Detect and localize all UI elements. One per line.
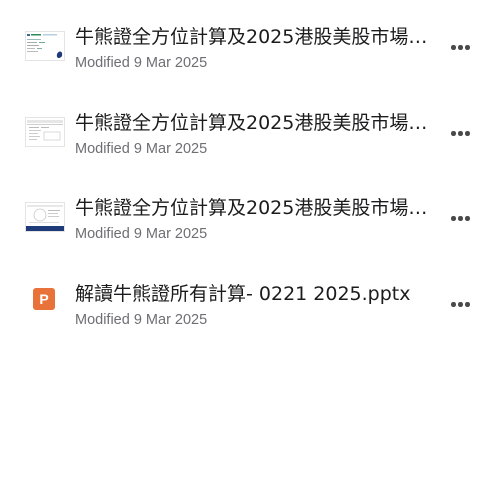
powerpoint-file-icon: P [33,288,55,310]
dot [465,45,470,50]
more-options-button[interactable] [446,35,474,59]
more-options-button[interactable] [446,121,474,145]
dot [451,302,456,307]
file-row[interactable]: 牛熊證全方位計算及2025港股美股市場展望 Modified 9 Mar 202… [0,5,500,85]
dot [451,45,456,50]
file-name[interactable]: 牛熊證全方位計算及2025港股美股市場展望 [75,110,435,136]
dot [458,131,463,136]
file-row[interactable]: 牛熊證全方位計算及2025港股美股市場展望 Modified 9 Mar 202… [0,176,500,256]
dot [451,216,456,221]
dot [465,131,470,136]
dot [458,302,463,307]
more-options-button[interactable] [446,292,474,316]
dot [465,216,470,221]
dot [458,45,463,50]
sheet-thumbnail-2-icon [25,117,65,147]
file-name[interactable]: 解讀牛熊證所有計算- 0221 2025.pptx [75,281,435,307]
modified-date: Modified 9 Mar 2025 [75,226,208,242]
dot [451,131,456,136]
more-options-button[interactable] [446,206,474,230]
modified-date: Modified 9 Mar 2025 [75,312,208,328]
file-name[interactable]: 牛熊證全方位計算及2025港股美股市場展望 [75,24,435,50]
dot [465,302,470,307]
modified-date: Modified 9 Mar 2025 [75,55,208,71]
file-list: 牛熊證全方位計算及2025港股美股市場展望 Modified 9 Mar 202… [0,0,500,500]
file-name[interactable]: 牛熊證全方位計算及2025港股美股市場展望 [75,195,435,221]
sheet-thumbnail-3-icon [25,202,65,232]
dot [458,216,463,221]
file-row[interactable]: 牛熊證全方位計算及2025港股美股市場展望 Modified 9 Mar 202… [0,91,500,171]
file-row[interactable]: P 解讀牛熊證所有計算- 0221 2025.pptx Modified 9 M… [0,262,500,342]
sheet-thumbnail-1-icon [25,31,65,61]
modified-date: Modified 9 Mar 2025 [75,141,208,157]
